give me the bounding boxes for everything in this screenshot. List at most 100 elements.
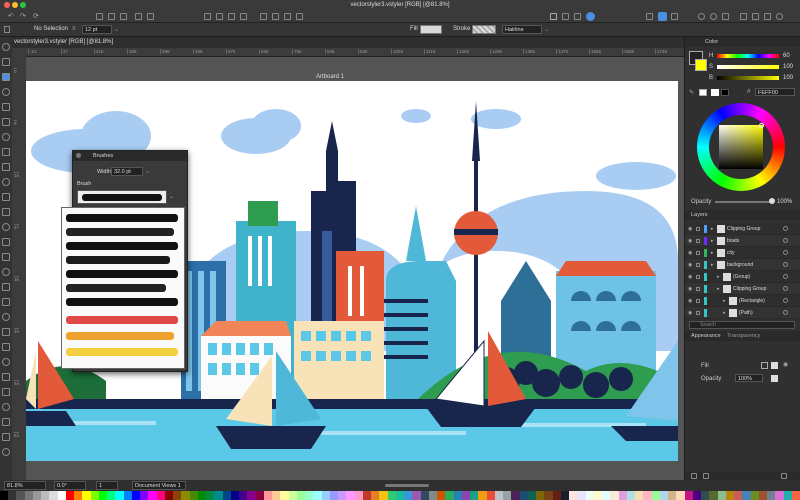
layer-name[interactable]: Clipping Group — [733, 283, 766, 295]
layer-target-icon[interactable] — [783, 226, 788, 231]
layer-name[interactable]: background — [727, 259, 753, 271]
layer-name[interactable]: (Path) — [739, 307, 753, 319]
tool-26-icon[interactable] — [2, 418, 10, 426]
tool-27-icon[interactable] — [2, 433, 10, 441]
tool-20-icon[interactable] — [2, 328, 10, 336]
palette-swatch[interactable] — [791, 491, 800, 500]
horizontal-scrollbar[interactable] — [385, 484, 429, 487]
outline-mode-icon[interactable] — [562, 13, 569, 20]
document-tab[interactable]: vectorstyler3.vstyler [RGB] [@81.8%] — [14, 39, 113, 45]
layer-name[interactable]: boats — [727, 235, 739, 247]
white-swatch[interactable] — [711, 89, 719, 96]
brush-stroke-9[interactable] — [66, 332, 174, 340]
view-mode-icon[interactable] — [550, 13, 557, 20]
transform-icon[interactable] — [671, 13, 678, 20]
stroke-width-field[interactable]: 12 pt — [82, 25, 112, 34]
tool-8-icon[interactable] — [2, 148, 10, 156]
tool-13-icon[interactable] — [2, 223, 10, 231]
layer-lock-icon[interactable] — [696, 287, 700, 291]
layer-row[interactable]: ◉ ▸ boats — [685, 235, 800, 247]
saturation-square[interactable] — [719, 125, 763, 169]
tool-9-icon[interactable] — [2, 163, 10, 171]
pixel-preview-icon[interactable] — [574, 13, 581, 20]
tool-17-icon[interactable] — [2, 283, 10, 291]
layer-lock-icon[interactable] — [696, 227, 700, 231]
boolean-intersect-icon[interactable] — [228, 13, 235, 20]
layer-expand-icon[interactable]: ▸ — [723, 307, 726, 319]
layer-row[interactable]: ◉ ▸ (Path) — [685, 307, 800, 319]
tool-16-icon[interactable] — [2, 268, 10, 276]
layer-row[interactable]: ◉ ▸ (Rectangle) — [685, 295, 800, 307]
close-panel-icon[interactable] — [76, 153, 81, 158]
layer-expand-icon[interactable]: ▸ — [711, 247, 714, 259]
tool-6-icon[interactable] — [2, 118, 10, 126]
h-value[interactable]: 60 — [783, 53, 790, 59]
tool-22-icon[interactable] — [2, 358, 10, 366]
layer-visibility-icon[interactable]: ◉ — [688, 295, 692, 307]
tool-19-icon[interactable] — [2, 313, 10, 321]
panel-bottom-icon[interactable] — [752, 13, 759, 20]
appearance-fill-swatch[interactable] — [761, 362, 768, 369]
distribute-icon[interactable] — [135, 13, 142, 20]
color-wheel[interactable] — [697, 103, 785, 191]
tool-28-icon[interactable] — [2, 448, 10, 456]
brush-stroke-1[interactable] — [66, 214, 178, 222]
group-icon[interactable] — [260, 13, 267, 20]
document-views-select[interactable]: Document Views 1 — [132, 481, 186, 490]
align-center-icon[interactable] — [108, 13, 115, 20]
snap-toggle-icon[interactable] — [586, 12, 595, 21]
width-stepper-icon[interactable]: ⌄ — [145, 168, 150, 175]
brush-dropdown-icon[interactable]: ⌄ — [169, 193, 174, 200]
minimize-window-button[interactable] — [12, 2, 18, 8]
layer-name[interactable]: Clipping Group — [727, 223, 760, 235]
layer-expand-icon[interactable]: ▸ — [717, 271, 720, 283]
layer-target-icon[interactable] — [783, 310, 788, 315]
zoom-window-button[interactable] — [20, 2, 26, 8]
settings-icon[interactable] — [710, 13, 717, 20]
tool-5-icon[interactable] — [2, 103, 10, 111]
tool-7-icon[interactable] — [2, 133, 10, 141]
layer-target-icon[interactable] — [783, 298, 788, 303]
layer-name[interactable]: city — [727, 247, 735, 259]
brush-stroke-2[interactable] — [66, 228, 174, 236]
layer-visibility-icon[interactable]: ◉ — [688, 235, 692, 247]
appearance-opacity-field[interactable]: 100% — [735, 374, 763, 382]
layer-visibility-icon[interactable]: ◉ — [688, 283, 692, 295]
layer-target-icon[interactable] — [783, 238, 788, 243]
eyedropper-icon[interactable]: ✎ — [689, 89, 694, 96]
close-window-button[interactable] — [4, 2, 10, 8]
tool-14-icon[interactable] — [2, 238, 10, 246]
lock-icon[interactable] — [296, 13, 303, 20]
h-slider[interactable] — [717, 54, 779, 58]
color-tab[interactable]: Color — [705, 39, 718, 45]
brush-stroke-6[interactable] — [66, 284, 166, 292]
tool-21-icon[interactable] — [2, 343, 10, 351]
brush-select[interactable] — [77, 190, 167, 204]
boolean-exclude-icon[interactable] — [240, 13, 247, 20]
boolean-union-icon[interactable] — [204, 13, 211, 20]
tool-18-icon[interactable] — [2, 298, 10, 306]
layer-lock-icon[interactable] — [696, 263, 700, 267]
tool-24-icon[interactable] — [2, 388, 10, 396]
tool-23-icon[interactable] — [2, 373, 10, 381]
stroke-width-stepper-icon[interactable]: ⌄ — [114, 26, 119, 33]
tool-3-icon[interactable] — [2, 73, 10, 81]
delete-layer-icon[interactable] — [781, 473, 787, 479]
transparency-tab[interactable]: Transparency — [727, 333, 760, 339]
stroke-swatch[interactable] — [472, 25, 496, 34]
layer-lock-icon[interactable] — [696, 239, 700, 243]
layer-lock-icon[interactable] — [696, 311, 700, 315]
layer-row[interactable]: ◉ ▸ Clipping Group — [685, 283, 800, 295]
layers-title[interactable]: Layers — [691, 212, 708, 218]
page-field[interactable]: 1 — [96, 481, 118, 490]
stroke-style-chevron-icon[interactable]: ⌄ — [544, 26, 549, 33]
opacity-handle[interactable] — [769, 198, 775, 204]
layer-expand-icon[interactable]: ▸ — [717, 283, 720, 295]
brush-stroke-3[interactable] — [66, 242, 178, 250]
align-left-icon[interactable] — [96, 13, 103, 20]
b-slider[interactable] — [717, 76, 779, 80]
none-swatch[interactable] — [699, 89, 707, 96]
redo-icon[interactable]: ↷ — [20, 12, 26, 20]
panel-left-icon[interactable] — [740, 13, 747, 20]
arrange-icon[interactable] — [284, 13, 291, 20]
